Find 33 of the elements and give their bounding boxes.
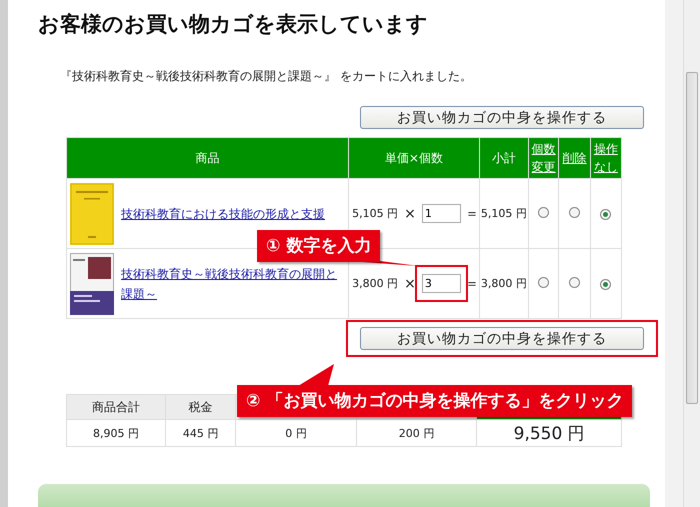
radio-button[interactable] <box>538 276 550 288</box>
summary-value: 0 円 <box>285 426 307 440</box>
highlight-frame <box>414 265 468 302</box>
scrollbar-thumb[interactable] <box>686 72 698 404</box>
grand-total: 9,550 円 <box>514 424 585 444</box>
times-sign: × <box>404 206 416 222</box>
quantity-field[interactable]: 3 <box>422 274 461 293</box>
update-cart-button[interactable]: お買い物カゴの中身を操作する <box>360 106 644 129</box>
subtotal: 5,105 円 <box>480 207 527 220</box>
summary-value: 200 円 <box>398 426 434 440</box>
cart-message: 『技術科教育史～戦後技術科教育の展開と課題～』 をカートに入れました。 <box>60 68 473 84</box>
subtotal: 3,800 円 <box>480 277 527 290</box>
radio-button[interactable] <box>569 276 580 288</box>
radio-button[interactable] <box>600 209 612 220</box>
update-cart-button[interactable]: お買い物カゴの中身を操作する <box>360 327 644 350</box>
column-header: 単価×個数 <box>384 151 443 165</box>
column-header: 商品 <box>196 151 220 165</box>
page-title: お客様のお買い物カゴを表示しています <box>38 11 429 38</box>
equals-sign: ＝ <box>464 204 479 222</box>
column-header: 小計 <box>492 151 516 165</box>
unit-price: 3,800 円 <box>352 276 398 291</box>
summary-value: 8,905 円 <box>93 426 140 440</box>
radio-button[interactable] <box>538 206 550 218</box>
radio-button[interactable] <box>600 279 612 290</box>
summary-header: 税金 <box>188 400 213 414</box>
equals-sign: ＝ <box>464 274 479 292</box>
radio-button[interactable] <box>569 206 580 218</box>
summary-header: 商品合計 <box>92 400 140 414</box>
quantity-field[interactable]: 1 <box>422 204 461 223</box>
unit-price: 5,105 円 <box>352 206 398 221</box>
times-sign: × <box>404 276 416 292</box>
summary-value: 445 円 <box>182 426 218 440</box>
callout-tail <box>298 364 334 386</box>
